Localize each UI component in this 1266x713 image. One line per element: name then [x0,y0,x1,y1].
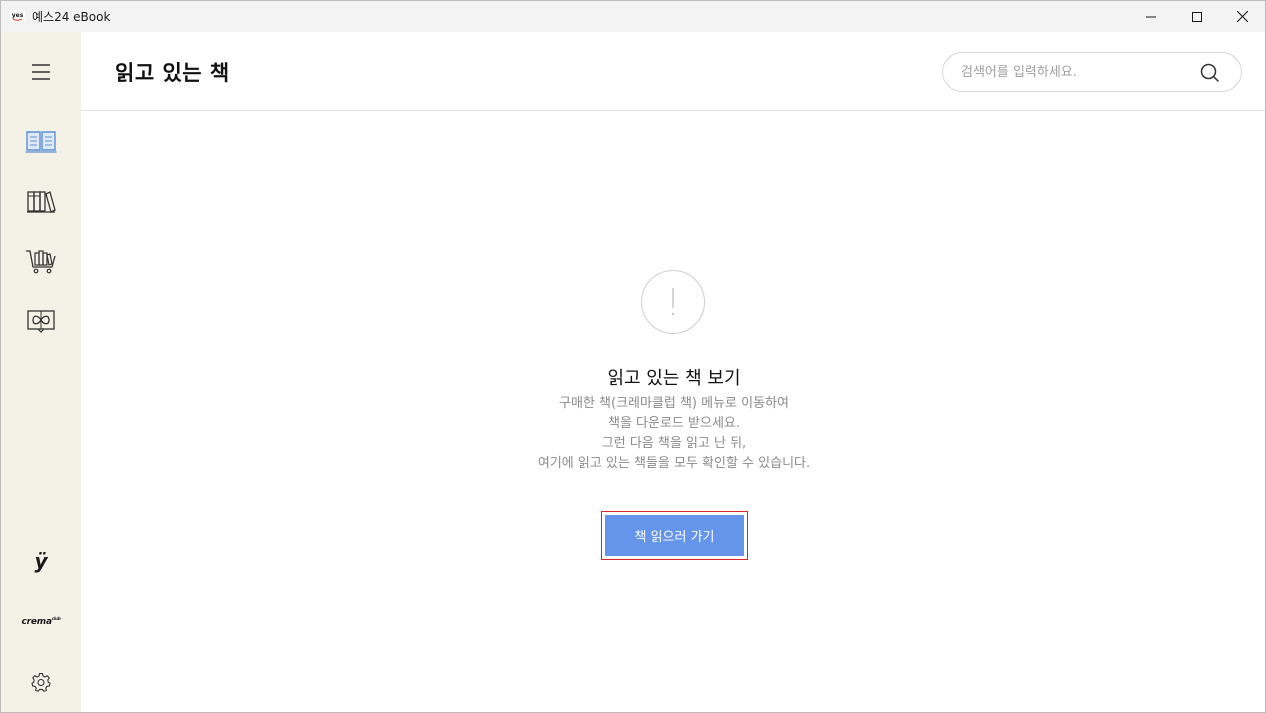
main-content: 읽고 있는 책 읽고 있는 책 보기 구매한 책(크레마클럽 책) 메뉴로 이동… [81,32,1265,712]
description-line: 그런 다음 책을 읽고 난 뒤, [601,436,747,451]
menu-button[interactable] [21,54,61,90]
empty-state-icon-circle [641,270,705,334]
crema-logo-button[interactable]: cremaclub [21,603,61,639]
minimize-icon [1146,16,1156,17]
exclamation-icon [671,288,675,316]
go-read-books-button[interactable]: 책 읽으러 가기 [605,515,744,556]
yes24-logo-button[interactable]: ÿ [21,543,61,579]
svg-text:yes: yes [12,12,24,19]
search-input[interactable] [961,62,1191,82]
maximize-button[interactable] [1174,1,1220,32]
gear-icon [31,672,51,692]
open-book-icon [25,131,57,153]
sidebar: ÿ cremaclub [1,32,81,712]
maximize-icon [1192,11,1202,22]
search-icon [1200,63,1220,83]
close-button[interactable] [1219,1,1265,32]
yes24-logo: ÿ [34,549,48,573]
infinity-book-icon [27,310,55,333]
hamburger-menu-icon [32,64,50,80]
search-button[interactable] [1199,62,1221,84]
app-window: yes 예스24 eBook ÿ cremaclub 읽고 있는 책 검색어를 … [0,0,1266,713]
page-title: 읽고 있는 책 [115,61,230,85]
app-logo-icon: yes [10,10,25,22]
search-box[interactable] [942,52,1242,92]
header: 읽고 있는 책 [81,32,1265,111]
bookshelf-icon [27,191,56,213]
book-cart-icon [26,250,56,274]
crema-logo: cremaclub [21,615,61,627]
settings-button[interactable] [21,664,61,700]
sidebar-item-store[interactable] [21,243,61,279]
description-line: 책을 다운로드 받으세요. [608,416,740,431]
window-title: 예스24 eBook [32,10,111,24]
sidebar-item-crema-club[interactable] [21,303,61,339]
empty-state-title: 읽고 있는 책 보기 [607,368,741,389]
go-read-button-highlight: 책 읽으러 가기 [601,511,748,560]
title-bar[interactable]: yes 예스24 eBook [1,1,1265,32]
empty-state-description: 구매한 책(크레마클럽 책) 메뉴로 이동하여 책을 다운로드 받으세요. 그런… [81,394,1265,474]
close-icon [1236,11,1248,22]
description-line: 구매한 책(크레마클럽 책) 메뉴로 이동하여 [559,396,789,411]
minimize-button[interactable] [1128,1,1174,32]
sidebar-item-reading[interactable] [21,123,61,159]
sidebar-item-library[interactable] [21,183,61,219]
description-line: 여기에 읽고 있는 책들을 모두 확인할 수 있습니다. [537,456,811,471]
